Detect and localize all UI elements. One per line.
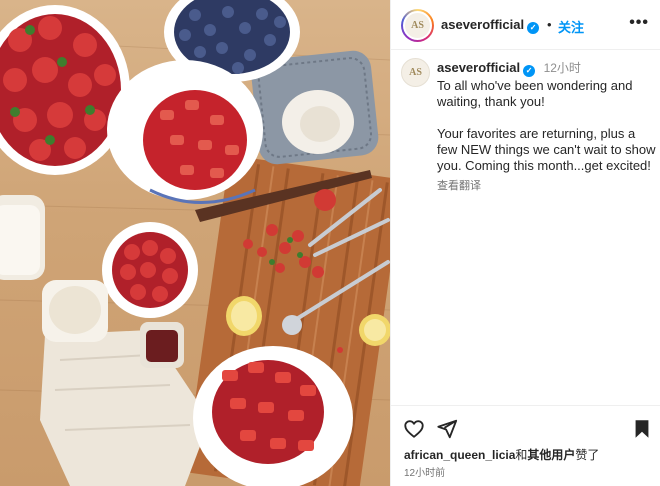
milk-jug <box>0 195 45 280</box>
liked-join: 和 <box>515 448 528 462</box>
post-actions: african_queen_licia和其他用户赞了 12小时前 <box>391 405 660 486</box>
post-side-panel: AS aseverofficial ✓ • 关注 ••• AS aseveroff… <box>390 0 660 486</box>
caption-paragraph-1: To all who've been wondering and waiting… <box>437 78 633 109</box>
small-cup <box>282 90 354 154</box>
strawberries-table-image <box>0 0 390 486</box>
bookmark-icon[interactable] <box>631 418 653 440</box>
story-ring[interactable]: AS <box>401 9 434 42</box>
liked-by-user[interactable]: african_queen_licia <box>404 448 515 462</box>
jam-jar <box>140 322 184 368</box>
lemon-half-2 <box>359 314 390 346</box>
lemon-half-1 <box>226 296 262 336</box>
post-username[interactable]: aseverofficial ✓ <box>441 17 540 34</box>
cream-pitcher <box>42 280 108 342</box>
verified-badge-icon: ✓ <box>527 22 540 34</box>
post-photo[interactable] <box>0 0 390 486</box>
post-username-text[interactable]: aseverofficial <box>441 17 524 32</box>
caption-paragraph-2: Your favorites are returning, plus a few… <box>437 126 656 173</box>
heart-icon[interactable] <box>403 418 425 440</box>
measuring-spoon <box>282 315 302 335</box>
verified-badge-icon: ✓ <box>523 65 536 77</box>
liked-suffix: 赞了 <box>575 448 600 462</box>
likes-summary: african_queen_licia和其他用户赞了 <box>404 446 599 463</box>
avatar[interactable]: AS <box>403 11 432 40</box>
linen-napkin <box>40 330 210 486</box>
more-options-icon[interactable]: ••• <box>629 14 649 32</box>
caption-body: aseverofficial ✓ 12小时 To all who've been … <box>437 59 657 193</box>
caption-avatar[interactable]: AS <box>401 58 430 87</box>
strawberry-bowl-small <box>102 222 198 318</box>
post-header: AS aseverofficial ✓ • 关注 ••• <box>391 0 660 50</box>
paper-plane-icon[interactable] <box>436 418 458 440</box>
caption-text: To all who've been wondering and waiting… <box>437 78 657 174</box>
liked-others-link[interactable]: 其他用户 <box>527 448 575 462</box>
follow-button[interactable]: 关注 <box>558 17 584 36</box>
caption-username[interactable]: aseverofficial <box>437 60 520 75</box>
post-timestamp[interactable]: 12小时前 <box>404 464 445 479</box>
see-translation-link[interactable]: 查看翻译 <box>437 177 657 193</box>
caption-time[interactable]: 12小时 <box>544 61 581 75</box>
strawberry-bowl-bottom <box>193 346 353 486</box>
separator-dot: • <box>547 17 552 32</box>
